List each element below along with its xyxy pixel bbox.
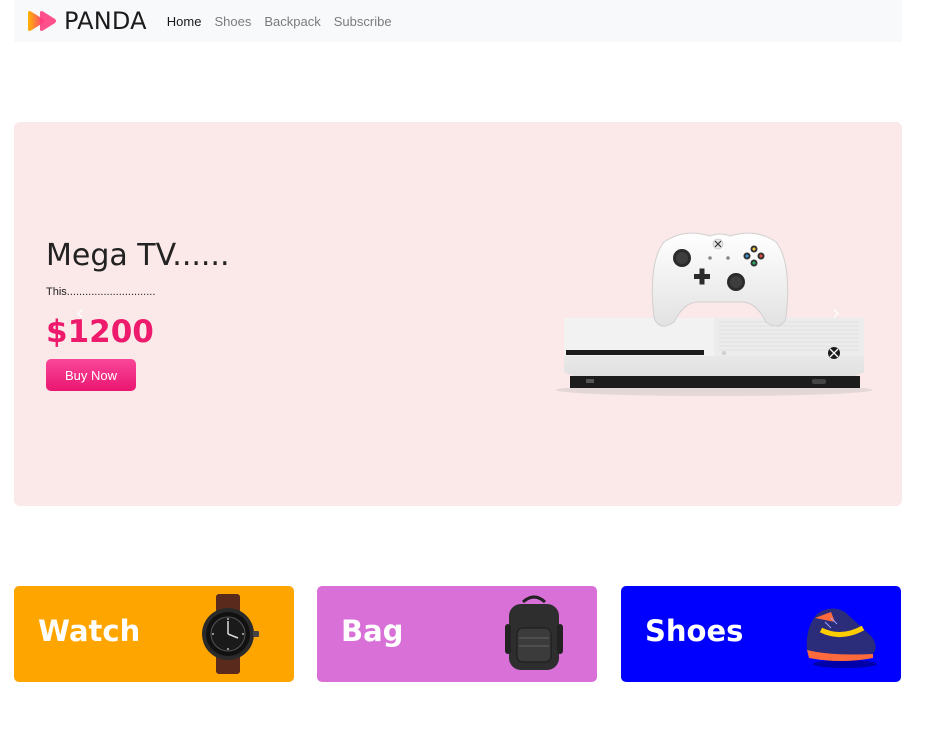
- hero-carousel: Mega TV...... This......................…: [14, 122, 902, 506]
- category-cards: Watch Bag Shoes: [14, 586, 902, 682]
- category-card-watch[interactable]: Watch: [14, 586, 294, 682]
- backpack-icon: [505, 595, 563, 670]
- nav-link-shoes[interactable]: Shoes: [214, 14, 251, 29]
- nav-link-home[interactable]: Home: [167, 14, 202, 29]
- buy-now-button[interactable]: Buy Now: [46, 359, 136, 391]
- navbar: PANDA Home Shoes Backpack Subscribe: [14, 0, 902, 42]
- hero-price: $1200: [46, 314, 154, 350]
- game-console-image: [556, 232, 872, 396]
- nav-link-backpack[interactable]: Backpack: [264, 14, 320, 29]
- category-label: Watch: [38, 614, 141, 648]
- category-label: Shoes: [645, 614, 744, 648]
- nav-links: Home Shoes Backpack Subscribe: [167, 14, 405, 29]
- hero-title: Mega TV......: [46, 238, 230, 273]
- category-card-shoes[interactable]: Shoes: [621, 586, 901, 682]
- watch-icon: [202, 594, 259, 674]
- brand[interactable]: PANDA: [26, 0, 147, 42]
- brand-logo-icon: [28, 11, 56, 31]
- hero-description: This.............................: [46, 286, 156, 298]
- category-label: Bag: [341, 614, 404, 648]
- nav-link-subscribe[interactable]: Subscribe: [334, 14, 392, 29]
- brand-name: PANDA: [64, 7, 147, 35]
- sneaker-icon: [806, 608, 877, 668]
- chevron-left-icon[interactable]: ‹: [70, 302, 90, 326]
- category-card-bag[interactable]: Bag: [317, 586, 597, 682]
